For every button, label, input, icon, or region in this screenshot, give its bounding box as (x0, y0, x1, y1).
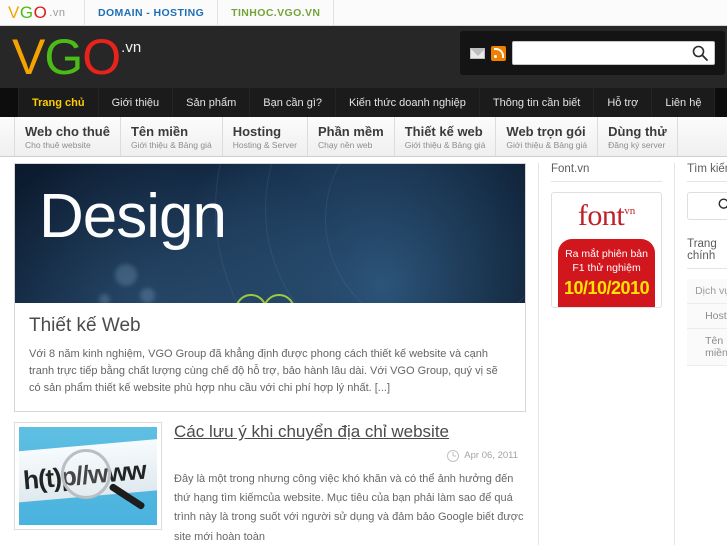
nav-item-ho-tro[interactable]: Hỗ trợ (594, 88, 653, 117)
sidebar-search (687, 192, 727, 220)
sidebar-menu-list: Dịch vụ Hosting Tên miền (687, 279, 727, 366)
font-vn-promo-date: 10/10/2010 (564, 278, 650, 299)
search-icon (718, 198, 727, 209)
logo-letter-g: G (44, 28, 83, 85)
logo-tld: .vn (121, 38, 142, 56)
service-subtitle: Cho thuê website (25, 140, 91, 151)
article-thumbnail[interactable]: h(t)p//www (14, 422, 162, 531)
article-meta: Apr 06, 2011 (174, 449, 518, 462)
header-search-button[interactable] (691, 44, 709, 62)
service-subtitle: Hosting & Server (232, 140, 297, 151)
service-title: Thiết kế web (404, 123, 483, 139)
nav-item-ban-can-gi[interactable]: Bạn cần gì? (250, 88, 337, 117)
primary-navigation-spacer (715, 88, 727, 117)
nav-item-trang-chu[interactable]: Trang chủ (18, 88, 99, 117)
header-search-input[interactable] (512, 41, 715, 65)
font-vn-banner[interactable]: fontvn Ra mắt phiên bản F1 thử nghiệm 10… (551, 192, 663, 309)
feature-intro-box: Thiết kế Web Với 8 năm kinh nghiệm, VGO … (14, 303, 526, 413)
masthead: VGO .vn (0, 26, 727, 88)
logo-letter-o: O (82, 28, 121, 85)
service-subtitle: Đăng ký server (608, 140, 666, 151)
topbar-link-tinhoc[interactable]: TINHOC.VGO.VN (218, 0, 335, 25)
article-title[interactable]: Các lưu ý khi chuyển địa chỉ website (174, 422, 449, 441)
service-subtitle: Giới thiệu & Bảng giá (130, 140, 212, 151)
feature-text: Với 8 năm kinh nghiệm, VGO Group đã khẳn… (29, 348, 498, 395)
font-vn-promo-line2: F1 thử nghiệm (572, 262, 641, 275)
service-item-dung-thu[interactable]: Dùng thử Đăng ký server (597, 117, 677, 156)
font-vn-logo-sup: vn (624, 205, 636, 217)
service-navigation: Web cho thuê Cho thuê website Tên miền G… (0, 117, 727, 157)
article-thumbnail-image: h(t)p//www (19, 427, 157, 526)
feature-title: Thiết kế Web (29, 315, 141, 336)
sidebar-item-ten-mien[interactable]: Tên miền (687, 329, 727, 366)
right-sidebar: Tìm kiếm Trang chính Dịch vụ Hosting Tên… (674, 163, 727, 545)
article-list-item: h(t)p//www Các lưu ý khi chuyển địa chỉ … (14, 422, 526, 545)
nav-item-lien-he[interactable]: Liên hệ (652, 88, 716, 117)
topbar-link-domain-hosting[interactable]: DOMAIN - HOSTING (85, 0, 219, 25)
font-vn-promo: Ra mắt phiên bản F1 thử nghiệm 10/10/201… (558, 239, 656, 308)
service-item-thiet-ke-web[interactable]: Thiết kế web Giới thiệu & Bảng giá (393, 117, 496, 156)
service-title: Web cho thuê (25, 123, 110, 139)
topbar-logo-o: O (33, 2, 48, 22)
nav-item-gioi-thieu[interactable]: Giới thiệu (98, 88, 174, 117)
topbar-logo-g: G (19, 2, 34, 22)
hero-bokeh-decor (140, 288, 155, 303)
service-item-hosting[interactable]: Hosting Hosting & Server (221, 117, 307, 156)
hero-ring-decor (325, 164, 525, 303)
article-excerpt: Đây là một trong nhưng công việc khó khă… (174, 472, 524, 543)
site-logo[interactable]: VGO .vn (12, 32, 142, 82)
service-title: Tên miền (130, 123, 189, 139)
nav-item-kien-thuc-doanh-nghiep[interactable]: Kiến thức doanh nghiệp (336, 88, 480, 117)
clock-icon (447, 449, 460, 462)
hero-bokeh-decor (99, 294, 110, 303)
article-date: Apr 06, 2011 (464, 450, 518, 462)
sidebar-search-heading: Tìm kiếm (687, 163, 727, 182)
font-vn-logo: fontvn (558, 201, 655, 231)
service-subtitle: Chạy nền web (317, 140, 373, 151)
hero-headline: Design (39, 182, 227, 251)
page-body: Design Thiết kế Web Với 8 năm kinh nghiệ… (0, 157, 727, 545)
service-title: Hosting (232, 123, 282, 139)
nav-item-thong-tin-can-biet[interactable]: Thông tin cần biết (479, 88, 595, 117)
service-navigation-spacer (676, 117, 727, 156)
service-item-ten-mien[interactable]: Tên miền Giới thiệu & Bảng giá (119, 117, 222, 156)
service-subtitle: Giới thiệu & Bảng giá (506, 140, 588, 151)
service-item-web-tron-goi[interactable]: Web trọn gói Giới thiệu & Bảng giá (495, 117, 597, 156)
sidebar-menu-heading: Trang chính (687, 238, 727, 269)
font-widget-column: Font.vn fontvn Ra mắt phiên bản F1 thử n… (538, 163, 663, 545)
service-title: Web trọn gói (506, 123, 586, 139)
topbar-logo-v: V (8, 2, 20, 22)
hero-banner[interactable]: Design (14, 163, 526, 303)
topbar-logo-tld: .vn (49, 6, 66, 19)
sidebar-item-hosting[interactable]: Hosting (687, 304, 727, 329)
main-column: Design Thiết kế Web Với 8 năm kinh nghiệ… (14, 163, 526, 545)
service-item-phan-mem[interactable]: Phần mềm Chạy nền web (306, 117, 394, 156)
service-item-web-cho-thue[interactable]: Web cho thuê Cho thuê website (14, 117, 120, 156)
article-body: Các lưu ý khi chuyển địa chỉ website Apr… (174, 422, 526, 545)
logo-letter-v: V (12, 28, 45, 85)
service-title: Dùng thử (608, 123, 667, 139)
font-widget-heading: Font.vn (551, 163, 663, 182)
header-search-panel (460, 31, 725, 75)
nav-item-san-pham[interactable]: Sản phẩm (173, 88, 251, 117)
hero-bokeh-decor (115, 264, 137, 286)
magnifier-icon (61, 449, 111, 500)
top-utility-bar: V G O .vn DOMAIN - HOSTING TINHOC.VGO.VN (0, 0, 727, 26)
font-vn-logo-main: font (577, 199, 625, 232)
service-title: Phần mềm (317, 123, 384, 139)
primary-navigation: Trang chủ Giới thiệu Sản phẩm Bạn cần gì… (0, 88, 727, 117)
sidebar-search-button[interactable] (716, 197, 727, 215)
service-subtitle: Giới thiệu & Bảng giá (404, 140, 486, 151)
topbar-logo[interactable]: V G O .vn (0, 0, 85, 25)
search-icon (692, 45, 708, 61)
mail-icon[interactable] (470, 47, 485, 59)
sidebar-item-dich-vu[interactable]: Dịch vụ (687, 279, 727, 304)
rss-icon[interactable] (491, 45, 506, 61)
font-vn-promo-line1: Ra mắt phiên bản (565, 248, 648, 260)
